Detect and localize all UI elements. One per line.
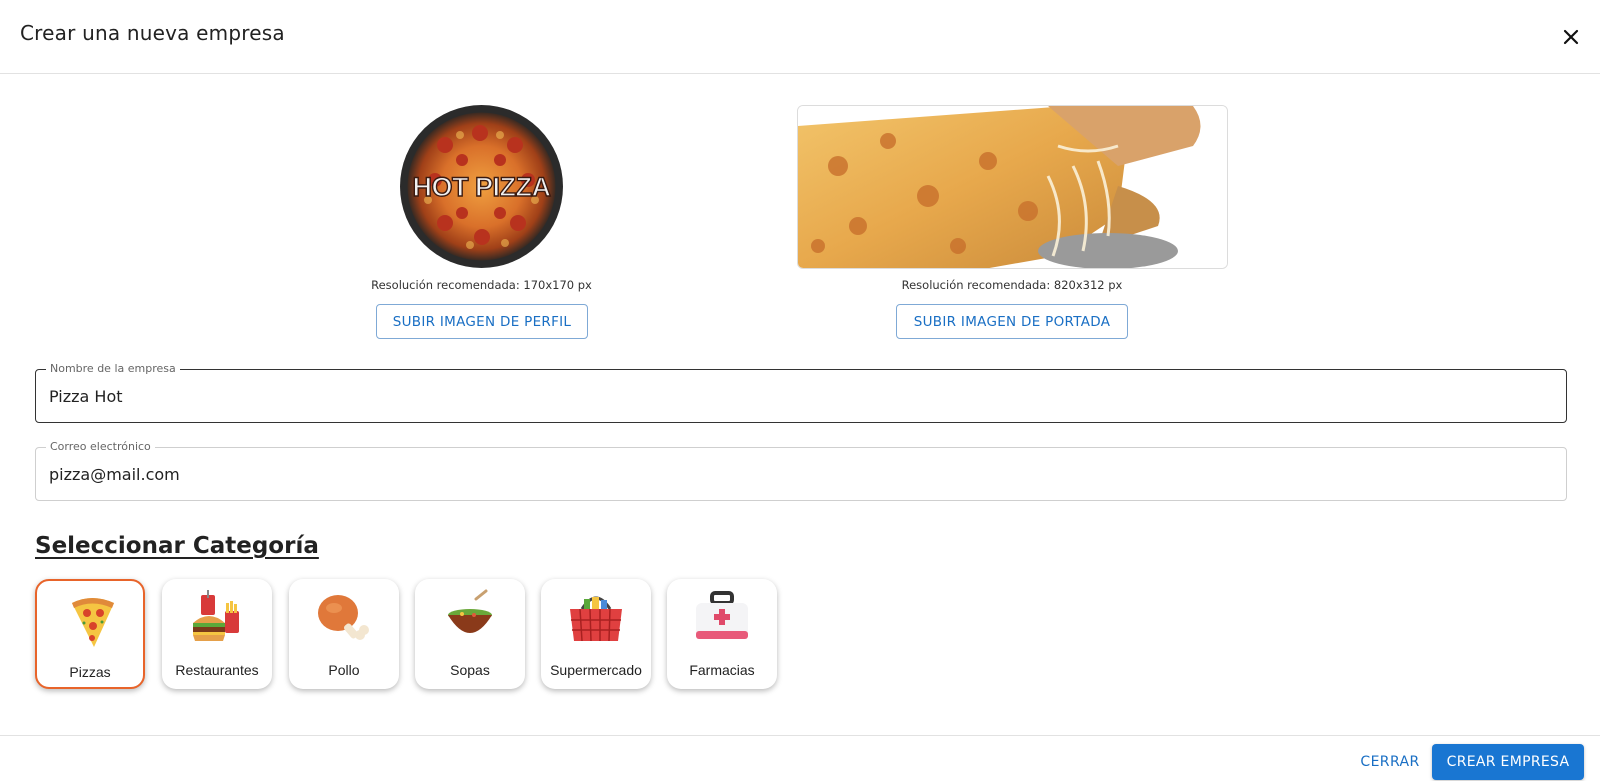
email-field: Correo electrónico (35, 440, 1567, 501)
category-label: Sopas (450, 662, 490, 678)
cancel-button[interactable]: CERRAR (1350, 748, 1430, 776)
company-name-input[interactable] (49, 383, 1549, 409)
upload-cover-image-button[interactable]: SUBIR IMAGEN DE PORTADA (896, 304, 1128, 339)
dialog-title: Crear una nueva empresa (20, 21, 285, 45)
company-name-label: Nombre de la empresa (46, 362, 180, 375)
category-card-supermercado[interactable]: Supermercado (541, 579, 651, 689)
category-card-pizzas[interactable]: Pizzas (35, 579, 145, 689)
profile-image-text: HOT PIZZA (413, 172, 551, 202)
category-label: Pizzas (69, 664, 111, 680)
pizza-slice-icon (72, 598, 114, 647)
first-aid-kit-icon (696, 591, 748, 639)
close-icon (1563, 29, 1579, 45)
category-card-farmacias[interactable]: Farmacias (667, 579, 777, 689)
create-company-dialog: Crear una nueva empresa HOT PIZZA Resolu… (0, 0, 1600, 781)
category-label: Pollo (328, 662, 360, 678)
chicken-leg-icon (318, 595, 369, 640)
category-label: Restaurantes (175, 662, 259, 678)
profile-resolution-hint: Resolución recomendada: 170x170 px (371, 278, 592, 292)
category-card-restaurantes[interactable]: Restaurantes (162, 579, 272, 689)
dialog-footer: CERRAR CREAR EMPRESA (0, 735, 1600, 781)
create-company-button[interactable]: CREAR EMPRESA (1432, 744, 1584, 780)
category-label: Supermercado (550, 662, 642, 678)
email-input[interactable] (49, 461, 1549, 487)
dialog-header: Crear una nueva empresa (0, 0, 1600, 74)
category-label: Farmacias (689, 662, 755, 678)
upload-profile-image-button[interactable]: SUBIR IMAGEN DE PERFIL (376, 304, 588, 339)
category-card-pollo[interactable]: Pollo (289, 579, 399, 689)
burger-meal-icon (193, 590, 239, 641)
close-button[interactable] (1556, 22, 1586, 52)
category-card-sopas[interactable]: Sopas (415, 579, 525, 689)
profile-image: HOT PIZZA (400, 105, 563, 268)
soup-bowl-icon (448, 589, 492, 633)
email-label: Correo electrónico (46, 440, 155, 453)
shopping-basket-icon (570, 596, 622, 642)
category-section-title: Seleccionar Categoría (35, 533, 319, 559)
company-name-field: Nombre de la empresa (35, 362, 1567, 423)
cover-resolution-hint: Resolución recomendada: 820x312 px (901, 278, 1123, 292)
cover-image (797, 105, 1228, 269)
